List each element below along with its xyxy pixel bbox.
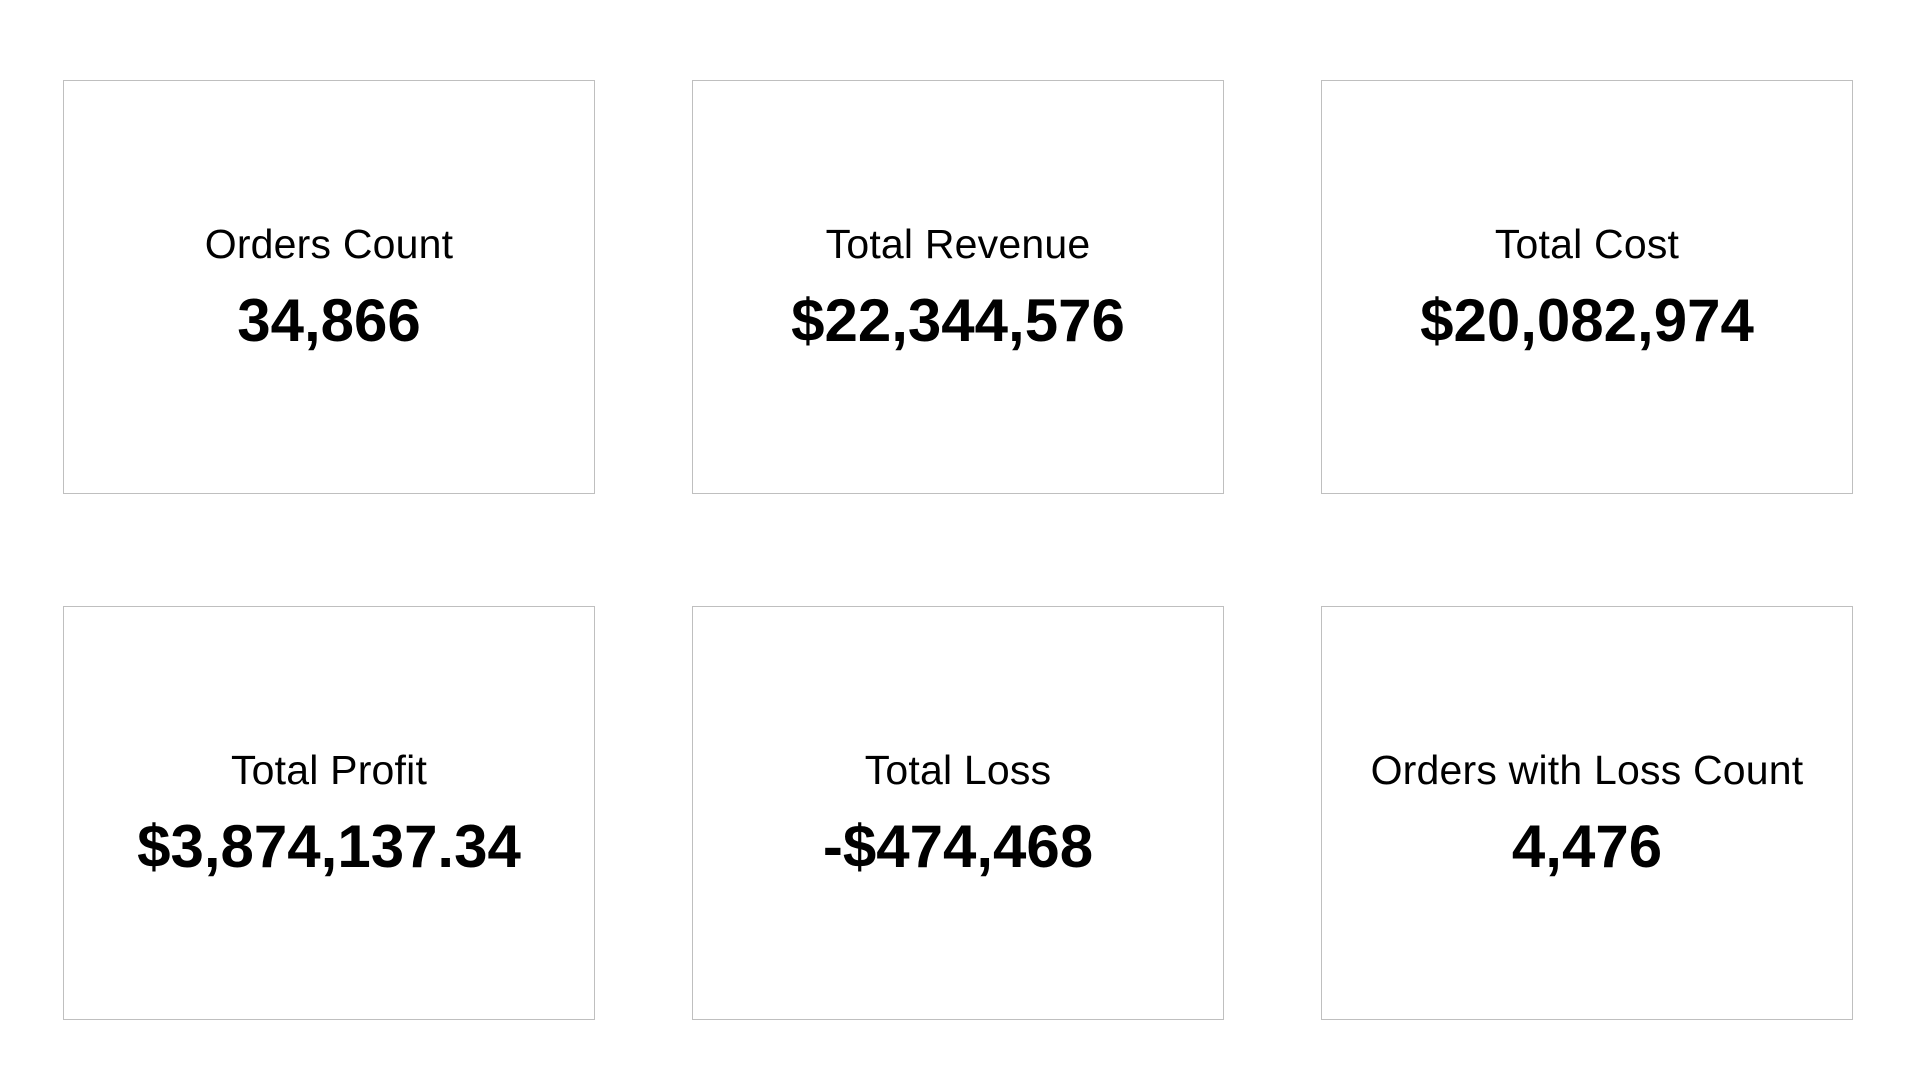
kpi-card-value: -$474,468: [822, 812, 1094, 880]
kpi-card-total-cost[interactable]: Total Cost $20,082,974: [1321, 80, 1853, 494]
kpi-card-label: Total Profit: [230, 746, 428, 793]
kpi-card-label: Total Loss: [864, 746, 1052, 793]
kpi-card-orders-count[interactable]: Orders Count 34,866: [63, 80, 595, 494]
kpi-card-total-revenue[interactable]: Total Revenue $22,344,576: [692, 80, 1224, 494]
kpi-card-value: $3,874,137.34: [137, 812, 521, 880]
kpi-card-orders-with-loss-count[interactable]: Orders with Loss Count 4,476: [1321, 606, 1853, 1020]
kpi-card-value: $22,344,576: [791, 286, 1125, 354]
kpi-card-value: 4,476: [1511, 812, 1663, 880]
kpi-card-label: Total Cost: [1494, 220, 1680, 267]
kpi-card-value: $20,082,974: [1420, 286, 1754, 354]
kpi-card-grid: Orders Count 34,866 Total Revenue $22,34…: [63, 80, 1853, 1020]
kpi-card-label: Orders Count: [204, 220, 454, 267]
kpi-card-total-loss[interactable]: Total Loss -$474,468: [692, 606, 1224, 1020]
kpi-card-label: Orders with Loss Count: [1370, 746, 1804, 793]
kpi-card-value: 34,866: [237, 286, 421, 354]
kpi-card-total-profit[interactable]: Total Profit $3,874,137.34: [63, 606, 595, 1020]
kpi-card-label: Total Revenue: [825, 220, 1091, 267]
